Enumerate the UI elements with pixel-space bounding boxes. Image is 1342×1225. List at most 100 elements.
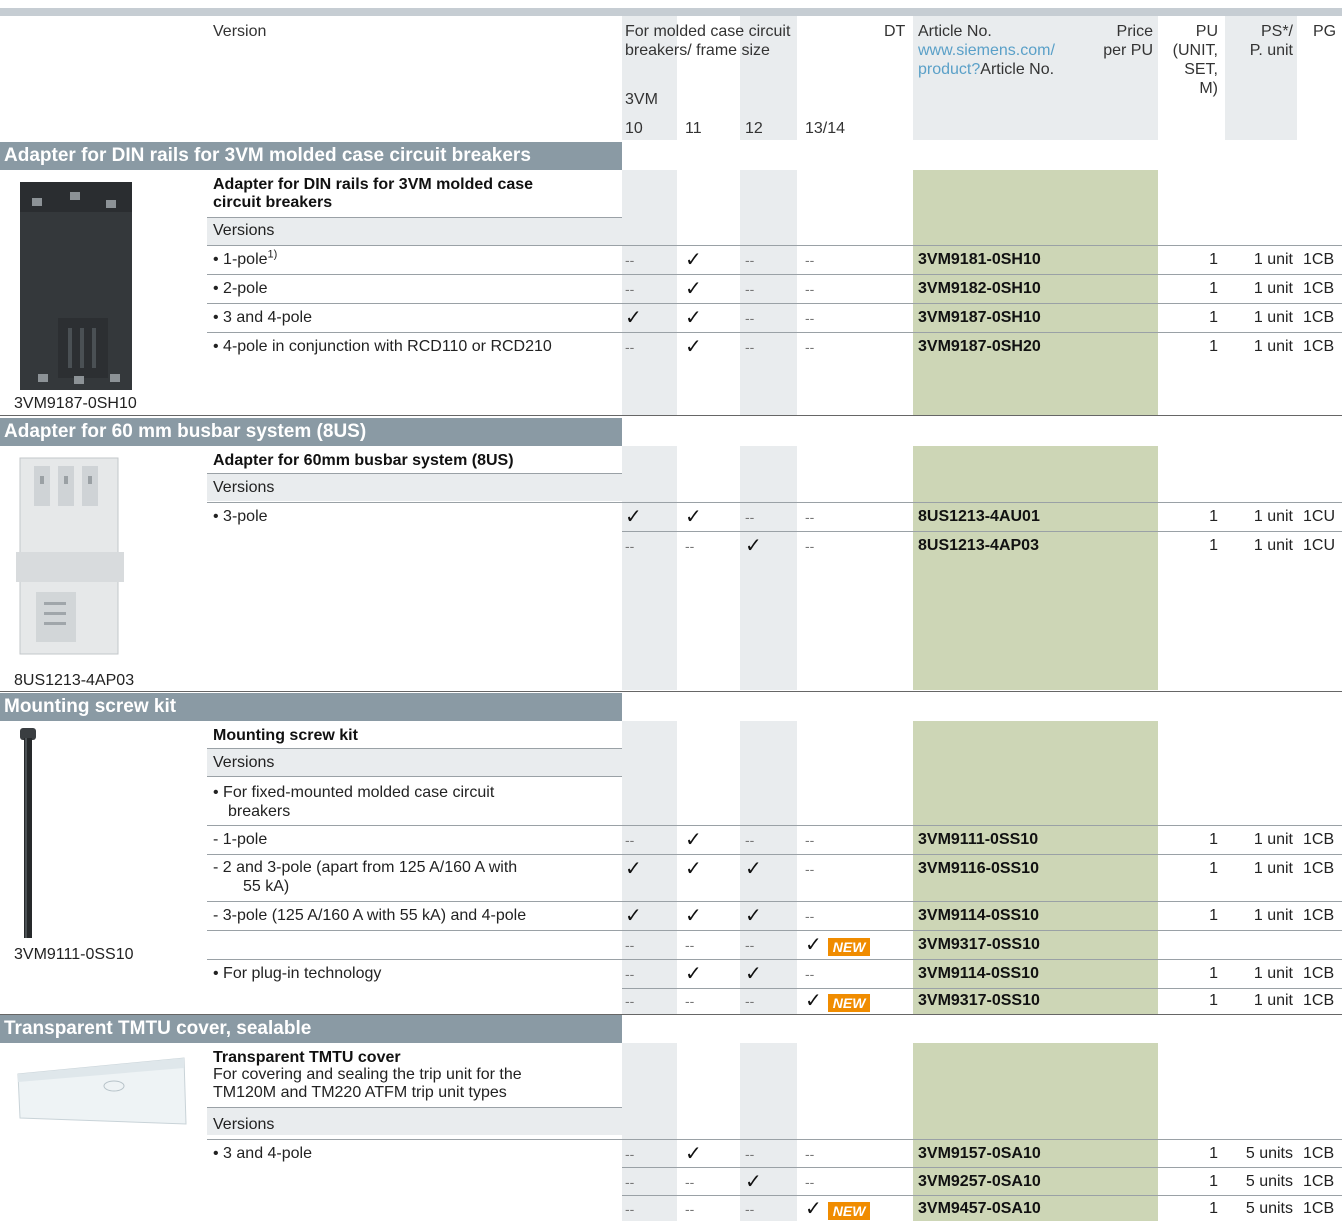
ps-value: 1 unit	[1253, 251, 1293, 268]
header-dt: DT	[884, 23, 906, 40]
pu-value: 1	[1209, 992, 1218, 1009]
article-number[interactable]: 3VM9187-0SH20	[918, 333, 1041, 361]
busbar-adapter-image	[16, 457, 124, 655]
header-siemens-link-line1[interactable]: www.siemens.com/	[918, 41, 1055, 60]
ps-value: 5 units	[1245, 1173, 1293, 1190]
frame-13-14-value: --	[805, 832, 815, 848]
frame-10-value: --	[625, 252, 635, 268]
section-heading-screw-kit: Mounting screw kit	[0, 693, 622, 721]
ps-value: 1 unit	[1253, 309, 1293, 326]
article-number[interactable]: 3VM9114-0SS10	[918, 960, 1039, 988]
frame-11-value: ✓	[685, 829, 702, 851]
article-number[interactable]: 3VM9181-0SH10	[918, 246, 1041, 274]
header-pu-line1: PU	[1195, 23, 1218, 40]
article-number[interactable]: 3VM9157-0SA10	[918, 1140, 1041, 1168]
row-label: - 1-pole	[213, 831, 268, 848]
header-link-suffix: Article No.	[980, 61, 1055, 78]
frame-12-value: ✓	[745, 963, 762, 985]
header-for-molded-line2: breakers/ frame size	[625, 42, 770, 59]
frame-11-value: ✓	[685, 506, 702, 528]
frame-12-value: ✓	[745, 535, 762, 557]
new-badge: NEW	[827, 993, 871, 1012]
article-number[interactable]: 3VM9182-0SH10	[918, 275, 1041, 303]
pg-value: 1CU	[1303, 537, 1336, 554]
frame-13-14-value: --	[805, 509, 815, 525]
ps-value: 1 unit	[1253, 992, 1293, 1009]
header-siemens-link-line2[interactable]: product?Article No.	[918, 60, 1054, 79]
frame-10-value: ✓	[625, 307, 642, 329]
header-link-text[interactable]: product?	[918, 61, 980, 78]
frame-10-value: --	[625, 1174, 635, 1190]
pg-value: 1CB	[1303, 1200, 1335, 1217]
section-heading-busbar: Adapter for 60 mm busbar system (8US)	[0, 418, 622, 446]
pg-value: 1CB	[1303, 907, 1335, 924]
article-number[interactable]: 8US1213-4AU01	[918, 503, 1040, 531]
article-number[interactable]: 8US1213-4AP03	[918, 532, 1039, 560]
row-label: • 3-pole	[213, 508, 268, 525]
frame-12-value: --	[745, 937, 755, 953]
frame-11-value: ✓	[685, 858, 702, 880]
frame-10-value: ✓	[625, 858, 642, 880]
divider	[207, 776, 622, 777]
title-screw-kit: Mounting screw kit	[213, 727, 358, 744]
title-din-rail-line2: circuit breakers	[213, 194, 333, 211]
ps-value: 1 unit	[1253, 860, 1293, 877]
frame-13-14-value: --	[805, 339, 815, 355]
frame-10-value: --	[625, 538, 635, 554]
pu-value: 1	[1209, 860, 1218, 877]
header-ps-line2: P. unit	[1249, 42, 1293, 59]
frame-12-value: --	[745, 339, 755, 355]
frame-12-value: --	[745, 1146, 755, 1162]
fixed-mounted-line2: breakers	[228, 803, 291, 820]
frame-11-value: --	[685, 993, 695, 1009]
fixed-mounted-line1: • For fixed-mounted molded case circuit	[213, 784, 495, 801]
mounting-screw-image	[20, 728, 36, 938]
versions-label-s3: Versions	[213, 754, 275, 771]
pu-value: 1	[1209, 965, 1218, 982]
header-ps-line1: PS*/	[1260, 23, 1293, 40]
pg-value: 1CB	[1303, 280, 1335, 297]
article-number[interactable]: 3VM9187-0SH10	[918, 304, 1041, 332]
row-label: - 3-pole (125 A/160 A with 55 kA) and 4-…	[213, 907, 527, 924]
section-divider	[0, 415, 1342, 416]
frame-13-14-cell: ✓ NEW	[805, 931, 871, 959]
header-article-no: Article No.	[918, 23, 992, 40]
article-number[interactable]: 3VM9317-0SS10	[918, 931, 1040, 959]
frame-11-value: ✓	[685, 278, 702, 300]
row-label: • 1-pole1)	[213, 246, 277, 274]
versions-label-s4: Versions	[213, 1116, 275, 1133]
ps-value: 1 unit	[1253, 338, 1293, 355]
frame-13-14-value: --	[805, 1174, 815, 1190]
frame-12-value: --	[745, 310, 755, 326]
article-number[interactable]: 3VM9114-0SS10	[918, 902, 1039, 930]
header-pu-line2: (UNIT,	[1172, 42, 1218, 59]
header-frame-13-14: 13/14	[805, 120, 846, 137]
frame-13-14-value: --	[805, 310, 815, 326]
frame-11-value: --	[685, 538, 695, 554]
frame-11-value: ✓	[685, 336, 702, 358]
section-divider	[0, 691, 1342, 692]
article-number[interactable]: 3VM9111-0SS10	[918, 826, 1038, 854]
frame-10-value: --	[625, 1201, 635, 1217]
frame-13-14-value: --	[805, 281, 815, 297]
article-number[interactable]: 3VM9257-0SA10	[918, 1168, 1041, 1196]
frame-11-value: --	[685, 937, 695, 953]
frame-10-value: --	[625, 993, 635, 1009]
pg-value: 1CB	[1303, 860, 1335, 877]
article-number[interactable]: 3VM9457-0SA10	[918, 1195, 1041, 1223]
frame-13-14-value: --	[805, 252, 815, 268]
ps-value: 1 unit	[1253, 831, 1293, 848]
pg-value: 1CB	[1303, 251, 1335, 268]
header-pu-line4: M)	[1199, 80, 1218, 97]
tmtu-description-line1: For covering and sealing the trip unit f…	[213, 1066, 522, 1083]
article-number[interactable]: 3VM9116-0SS10	[918, 855, 1039, 883]
article-number[interactable]: 3VM9317-0SS10	[918, 987, 1040, 1015]
frame-13-14-value: --	[805, 908, 815, 924]
frame-13-14-cell: ✓ NEW	[805, 987, 871, 1015]
header-pu-line3: SET,	[1184, 61, 1218, 78]
pg-value: 1CB	[1303, 338, 1335, 355]
frame-13-14-value: --	[805, 966, 815, 982]
header-family: 3VM	[625, 91, 658, 108]
image-caption-screw-kit: 3VM9111-0SS10	[14, 946, 134, 963]
frame-11-value: ✓	[685, 249, 702, 271]
